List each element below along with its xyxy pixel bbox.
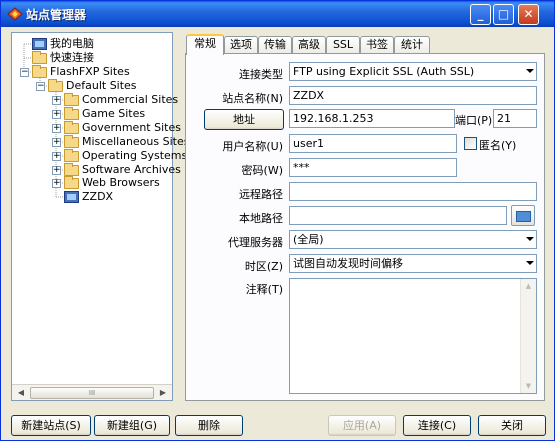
proxy-select[interactable]: (全局) — [289, 230, 537, 249]
title-bar[interactable]: 站点管理器 _ □ ✕ — [1, 1, 554, 27]
proxy-label: 代理服务器 — [228, 236, 283, 249]
remote-path-label: 远程路径 — [239, 188, 283, 201]
chevron-down-icon — [526, 261, 534, 265]
port-label: 端口(P) — [455, 114, 493, 127]
minimize-button[interactable]: _ — [470, 4, 491, 25]
expand-toggle[interactable]: + — [52, 166, 61, 175]
expand-toggle[interactable]: + — [52, 138, 61, 147]
username-label: 用户名称(U) — [222, 140, 283, 153]
connection-type-select[interactable]: FTP using Explicit SSL (Auth SSL) — [289, 62, 537, 81]
tree-item-label: 快速连接 — [50, 51, 94, 64]
close-window-button[interactable]: ✕ — [518, 4, 539, 25]
tab-statistics[interactable]: 统计 — [394, 36, 430, 54]
tree-item-label: Game Sites — [82, 107, 146, 120]
local-path-input[interactable] — [289, 206, 507, 225]
tree-item-label: 我的电脑 — [50, 37, 94, 50]
tab-general[interactable]: 常规 — [186, 34, 224, 55]
anonymous-checkbox[interactable] — [464, 137, 477, 150]
password-label: 密码(W) — [241, 164, 283, 177]
window-title: 站点管理器 — [26, 8, 87, 22]
site-manager-window: 站点管理器 _ □ ✕ 我的电脑 快速连接 − FlashFXP Sites −… — [0, 0, 555, 441]
scroll-down-icon[interactable]: ▼ — [523, 382, 534, 390]
close-button[interactable]: 关闭 — [478, 415, 546, 436]
folder-icon — [64, 107, 79, 120]
chevron-down-icon — [526, 237, 534, 241]
tab-options[interactable]: 选项 — [224, 36, 258, 54]
site-tree[interactable]: 我的电脑 快速连接 − FlashFXP Sites − Default Sit… — [11, 32, 189, 401]
scroll-right-icon[interactable]: ▶ — [156, 387, 170, 399]
tab-bookmarks[interactable]: 书签 — [360, 36, 394, 54]
scrollbar-thumb[interactable]: III — [30, 387, 154, 399]
connection-type-value: FTP using Explicit SSL (Auth SSL) — [293, 65, 475, 78]
tab-transfer[interactable]: 传输 — [258, 36, 292, 54]
folder-icon — [64, 163, 79, 176]
tree-item-label: FlashFXP Sites — [50, 65, 130, 78]
folder-icon — [64, 135, 79, 148]
tree-item-label: Government Sites — [82, 121, 181, 134]
notes-textarea[interactable]: ▲ ▼ — [289, 278, 537, 394]
tree-item-label: Web Browsers — [82, 176, 160, 189]
delete-button[interactable]: 删除 — [175, 415, 243, 436]
folder-icon — [32, 65, 47, 78]
folder-icon — [64, 121, 79, 134]
expand-toggle[interactable]: + — [52, 152, 61, 161]
address-input[interactable]: 192.168.1.253 — [289, 109, 455, 128]
browse-folder-button[interactable] — [511, 205, 535, 226]
username-input[interactable]: user1 — [289, 134, 457, 153]
new-group-button[interactable]: 新建组(G) — [94, 415, 170, 436]
tree-item-label: Software Archives — [82, 163, 181, 176]
chevron-down-icon — [526, 69, 534, 73]
folder-icon — [516, 211, 531, 222]
computer-icon — [32, 38, 47, 50]
collapse-toggle[interactable]: − — [20, 68, 29, 77]
tree-horizontal-scrollbar[interactable]: ◀ III ▶ — [12, 384, 172, 400]
local-path-label: 本地路径 — [239, 212, 283, 225]
site-name-label: 站点名称(N) — [222, 92, 283, 105]
password-input[interactable]: *** — [289, 158, 457, 177]
notes-vertical-scrollbar[interactable]: ▲ ▼ — [520, 279, 536, 393]
remote-path-input[interactable] — [289, 182, 537, 201]
site-name-input[interactable]: ZZDX — [289, 86, 537, 105]
tree-item-label: Miscellaneous Sites — [82, 135, 190, 148]
folder-icon — [32, 51, 47, 64]
timezone-label: 时区(Z) — [244, 260, 283, 273]
notes-label: 注释(T) — [245, 283, 283, 296]
address-button[interactable]: 地址 — [204, 109, 284, 130]
connect-button[interactable]: 连接(C) — [403, 415, 471, 436]
proxy-value: (全局) — [293, 233, 324, 246]
site-icon — [64, 191, 79, 203]
tree-item-label: ZZDX — [82, 190, 114, 203]
connection-type-label: 连接类型 — [239, 68, 283, 81]
port-input[interactable]: 21 — [493, 109, 537, 128]
tree-item-label: Commercial Sites — [82, 93, 179, 106]
new-site-button[interactable]: 新建站点(S) — [11, 415, 91, 436]
scroll-left-icon[interactable]: ◀ — [14, 387, 28, 399]
folder-icon — [64, 149, 79, 162]
timezone-select[interactable]: 试图自动发现时间偏移 — [289, 254, 537, 273]
maximize-button[interactable]: □ — [493, 4, 514, 25]
collapse-toggle[interactable]: − — [36, 82, 45, 91]
tree-item-label: Operating Systems — [82, 149, 188, 162]
tab-ssl[interactable]: SSL — [326, 36, 360, 54]
apply-button[interactable]: 应用(A) — [328, 415, 396, 436]
tree-item-label: Default Sites — [66, 79, 137, 92]
timezone-value: 试图自动发现时间偏移 — [293, 257, 403, 270]
expand-toggle[interactable]: + — [52, 124, 61, 133]
folder-icon — [64, 176, 79, 189]
folder-open-icon — [48, 79, 63, 92]
folder-icon — [64, 93, 79, 106]
expand-toggle[interactable]: + — [52, 110, 61, 119]
expand-toggle[interactable]: + — [52, 96, 61, 105]
anonymous-label: 匿名(Y) — [479, 139, 517, 152]
tab-advanced[interactable]: 高级 — [292, 36, 326, 54]
expand-toggle[interactable]: + — [52, 179, 61, 188]
scroll-up-icon[interactable]: ▲ — [523, 282, 534, 290]
flashfxp-app-icon — [7, 7, 23, 21]
